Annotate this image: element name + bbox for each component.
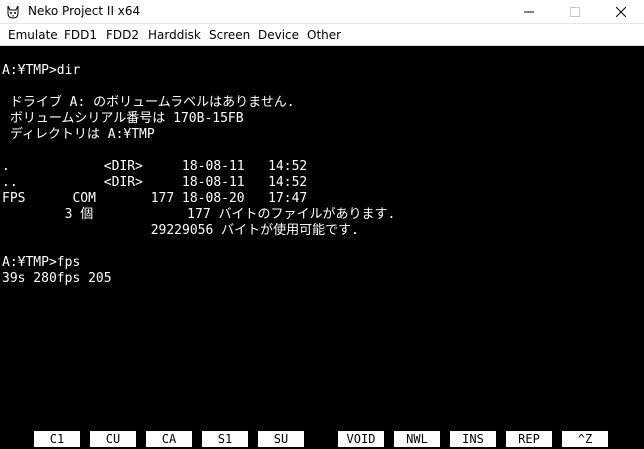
menu-fdd1[interactable]: FDD1 xyxy=(62,28,99,42)
maximize-button xyxy=(552,0,598,24)
terminal-line: 29229056 バイトが使用可能です. xyxy=(2,223,359,238)
menu-emulate[interactable]: Emulate xyxy=(6,28,60,42)
function-key-ctrl-z[interactable]: ^Z xyxy=(562,431,608,447)
function-key-void[interactable]: VOID xyxy=(338,431,384,447)
function-key-ca[interactable]: CA xyxy=(146,431,192,447)
menu-harddisk[interactable]: Harddisk xyxy=(146,28,203,42)
function-key-c1[interactable]: C1 xyxy=(34,431,80,447)
function-key-nwl[interactable]: NWL xyxy=(394,431,440,447)
maximize-icon xyxy=(570,7,580,17)
terminal-line: A:¥TMP>fps xyxy=(2,255,81,270)
terminal-line: ディレクトリは A:¥TMP xyxy=(2,127,155,142)
function-key-ins[interactable]: INS xyxy=(450,431,496,447)
terminal-line: A:¥TMP>dir xyxy=(2,63,81,78)
menu-screen[interactable]: Screen xyxy=(207,28,252,42)
menu-other[interactable]: Other xyxy=(305,28,343,42)
close-button[interactable] xyxy=(598,0,644,24)
window-title: Neko Project II x64 xyxy=(28,4,141,18)
terminal-line: .. <DIR> 18-08-11 14:52 xyxy=(2,175,308,190)
menu-device[interactable]: Device xyxy=(256,28,301,42)
terminal-line: 3 個 177 バイトのファイルがあります. xyxy=(2,207,396,222)
close-icon xyxy=(616,7,626,17)
terminal-line: . <DIR> 18-08-11 14:52 xyxy=(2,159,308,174)
menu-bar: Emulate FDD1 FDD2 Harddisk Screen Device… xyxy=(0,24,644,46)
terminal-line: 39s 280fps 205 xyxy=(2,271,112,286)
terminal-line: ドライブ A: のボリュームラベルはありません. xyxy=(2,95,295,110)
minimize-button[interactable] xyxy=(506,0,552,24)
function-key-s1[interactable]: S1 xyxy=(202,431,248,447)
menu-fdd2[interactable]: FDD2 xyxy=(104,28,141,42)
terminal-line: FPS COM 177 18-08-20 17:47 xyxy=(2,191,308,206)
title-bar: Neko Project II x64 xyxy=(0,0,644,24)
minimize-icon xyxy=(524,11,534,13)
function-key-cu[interactable]: CU xyxy=(90,431,136,447)
function-key-rep[interactable]: REP xyxy=(506,431,552,447)
terminal-line: ボリュームシリアル番号は 170B-15FB xyxy=(2,111,244,126)
function-key-su[interactable]: SU xyxy=(258,431,304,447)
cat-app-icon[interactable] xyxy=(5,4,21,20)
